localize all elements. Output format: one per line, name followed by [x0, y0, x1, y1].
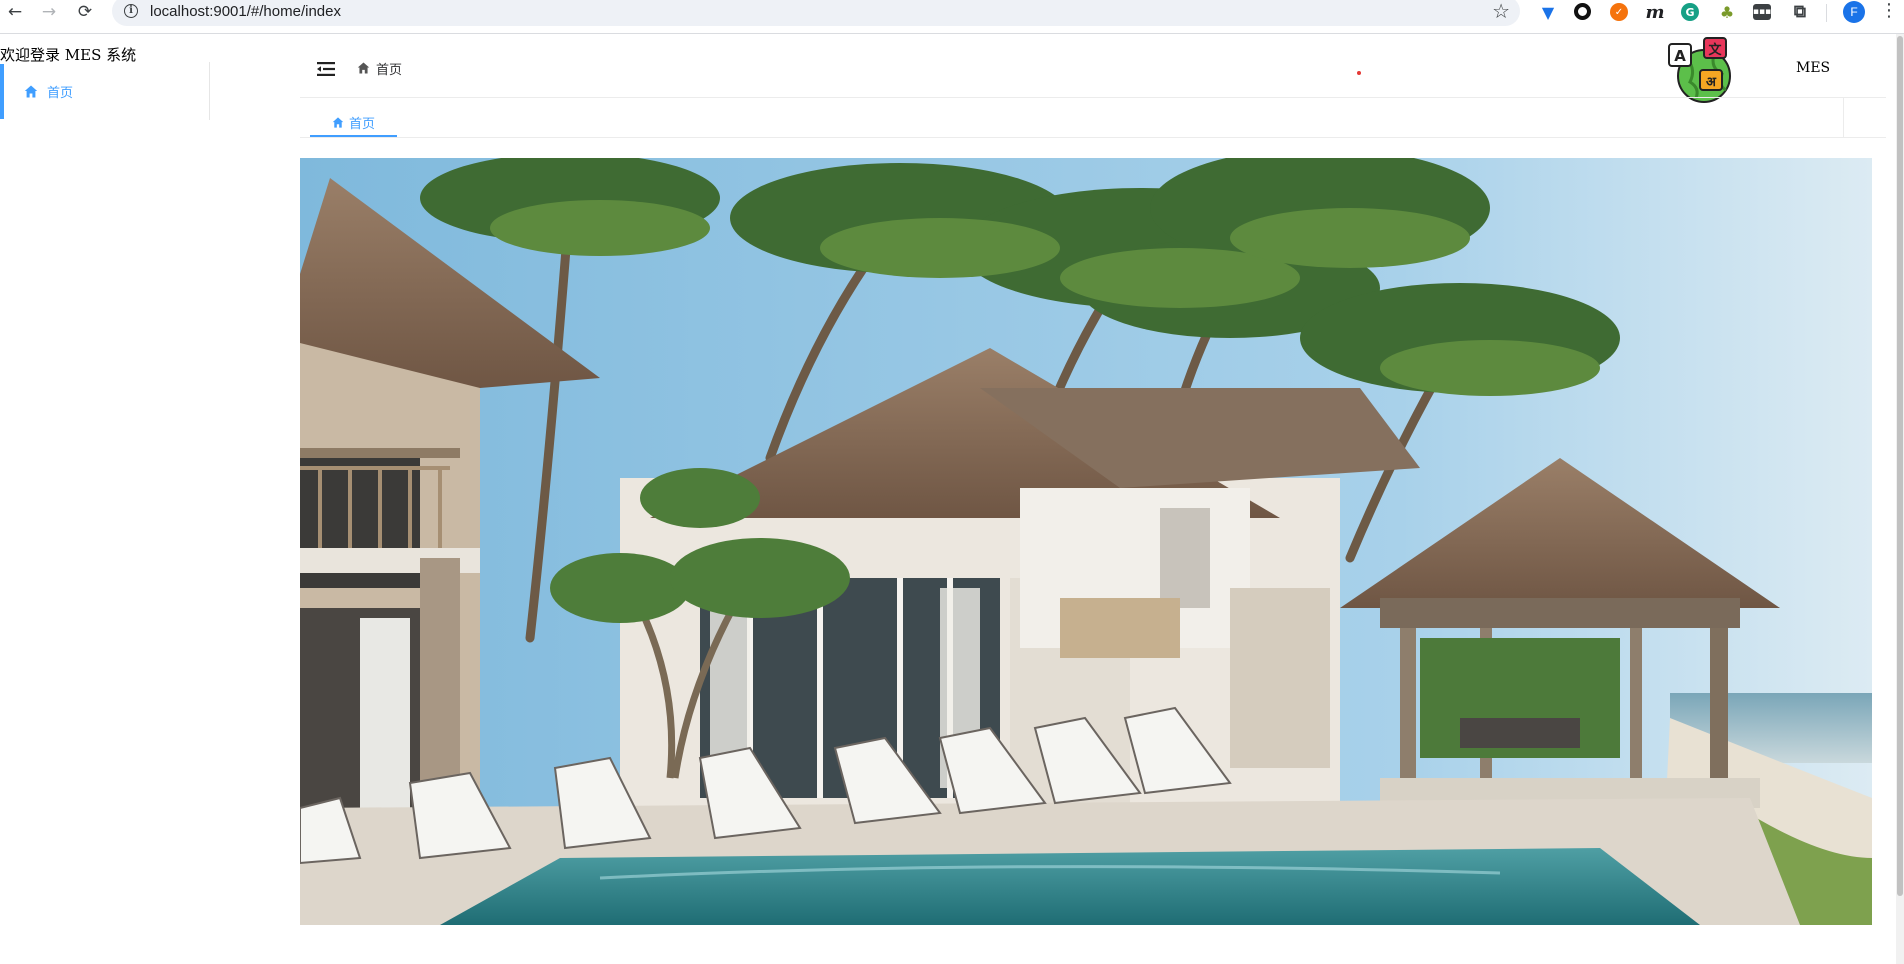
- user-name[interactable]: MES: [1796, 60, 1830, 76]
- site-info-icon[interactable]: i: [124, 4, 138, 18]
- tabs-divider: [1843, 98, 1844, 138]
- tabs-bottom-border: [300, 137, 1886, 138]
- breadcrumb-item[interactable]: 首页: [376, 59, 402, 78]
- orange-extension-icon[interactable]: ✓: [1610, 3, 1628, 21]
- breadcrumb: 首页: [357, 58, 402, 78]
- toolbar-divider: [1826, 4, 1827, 22]
- page-scrollbar-thumb[interactable]: [1897, 36, 1903, 896]
- keypad-extension-icon[interactable]: ▪▪▪: [1753, 4, 1771, 20]
- browser-toolbar: ← → ⟳ i localhost:9001/#/home/index ☆ ▼ …: [0, 0, 1904, 34]
- forward-icon[interactable]: →: [34, 0, 64, 24]
- home-icon: [24, 85, 38, 98]
- profile-avatar[interactable]: F: [1843, 1, 1865, 23]
- tab-label: 首页: [348, 116, 375, 132]
- tab-home[interactable]: 首页: [310, 106, 397, 138]
- grammarly-extension-icon[interactable]: G: [1681, 3, 1699, 21]
- reload-icon[interactable]: ⟳: [70, 0, 100, 24]
- back-icon[interactable]: ←: [0, 0, 30, 24]
- home-icon: [357, 62, 370, 74]
- header-divider: [300, 97, 1886, 98]
- sidebar-item-label: 首页: [47, 86, 74, 101]
- ring-extension-icon[interactable]: [1574, 3, 1591, 20]
- tree-extension-icon[interactable]: ♣: [1716, 1, 1738, 23]
- vue-devtools-extension-icon[interactable]: ▼: [1537, 1, 1559, 23]
- address-bar[interactable]: i localhost:9001/#/home/index ☆: [112, 0, 1520, 26]
- sidebar-menu: 首页: [0, 62, 210, 120]
- browser-menu-icon[interactable]: ⋮: [1880, 0, 1898, 21]
- home-icon: [332, 116, 344, 128]
- translate-globe-icon[interactable]: A 文 अ: [1666, 36, 1736, 104]
- sidebar-item-home[interactable]: 首页: [0, 64, 209, 119]
- bookmark-star-icon[interactable]: ☆: [1492, 0, 1510, 23]
- url-text[interactable]: localhost:9001/#/home/index: [150, 3, 341, 20]
- notification-dot: [1357, 71, 1361, 75]
- collapse-menu-icon[interactable]: [316, 60, 336, 78]
- svg-text:文: 文: [1708, 42, 1722, 58]
- m-extension-icon[interactable]: m: [1644, 1, 1666, 23]
- home-banner-image: [300, 158, 1872, 925]
- extensions-puzzle-icon[interactable]: ⧉: [1789, 1, 1811, 23]
- svg-text:A: A: [1674, 47, 1686, 65]
- svg-text:अ: अ: [1706, 75, 1717, 90]
